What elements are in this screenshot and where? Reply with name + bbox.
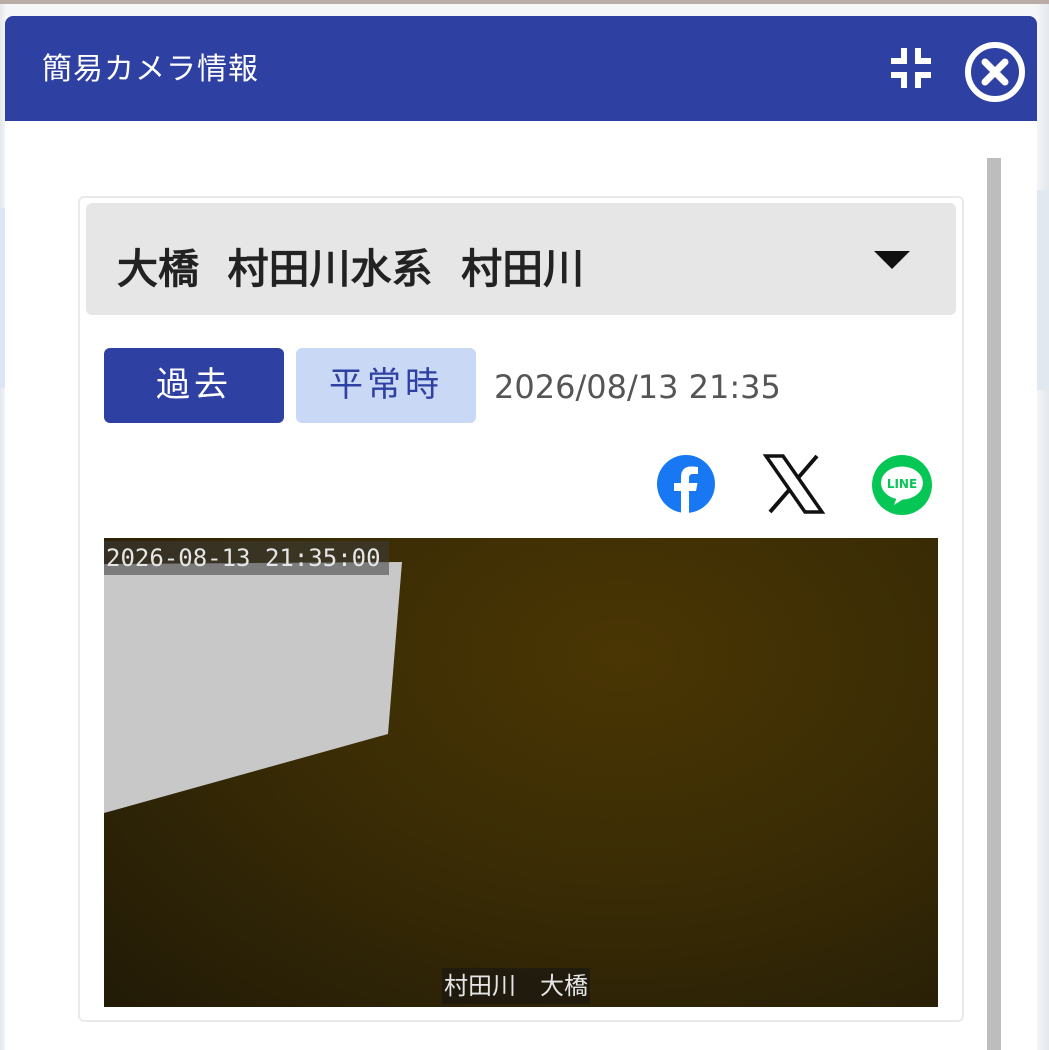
dialog-title: 簡易カメラ情報 [42,52,259,87]
close-icon [965,42,1025,102]
facebook-share-button[interactable] [657,455,715,513]
x-share-button[interactable] [762,454,826,514]
observation-datetime: 2026/08/13 21:35 [494,368,781,406]
map-panel-right [1037,190,1049,390]
normal-time-button[interactable]: 平常時 [296,348,476,423]
facebook-icon [657,455,715,513]
camera-scene-wall [104,562,402,813]
collapse-button[interactable] [887,44,935,92]
dialog-header: 簡易カメラ情報 [5,16,1037,121]
station-select-value: 大橋 村田川水系 村田川 [117,245,585,293]
camera-overlay-location: 村田川 大橋 [442,968,590,1004]
line-share-button[interactable]: LINE [872,455,932,515]
caret-down-icon [874,251,910,269]
x-icon [762,454,826,514]
past-button[interactable]: 過去 [104,348,284,423]
line-icon-text: LINE [887,477,917,491]
collapse-icon [891,48,931,88]
close-button[interactable] [963,40,1027,104]
camera-overlay-timestamp: 2026-08-13 21:35:00 [104,541,389,575]
line-icon: LINE [872,455,932,515]
station-select[interactable]: 大橋 村田川水系 村田川 [86,203,956,315]
scrollbar[interactable] [987,158,1001,1050]
camera-image: 2026-08-13 21:35:00 村田川 大橋 [104,538,938,1007]
map-edge [0,0,1049,4]
